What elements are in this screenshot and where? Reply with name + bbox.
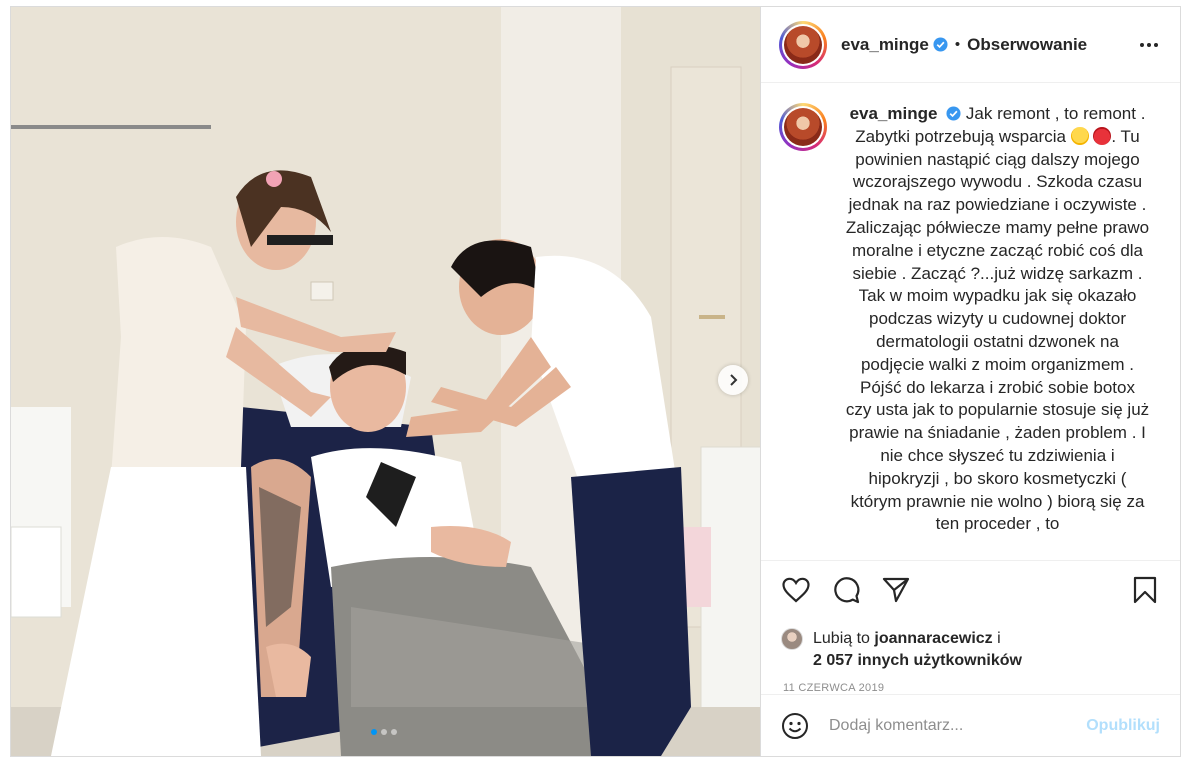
liker-username[interactable]: joannaracewicz	[874, 630, 992, 647]
author-username[interactable]: eva_minge	[841, 35, 929, 55]
following-button[interactable]: Obserwowanie	[967, 35, 1087, 55]
caption-text-part2: . Tu powinien nastąpić ciąg dalszy mojeg…	[845, 126, 1150, 534]
comment-button[interactable]	[831, 575, 861, 605]
carousel-dot	[371, 729, 377, 735]
post-actions	[761, 560, 1180, 618]
post-header: eva_minge • Obserwowanie	[761, 7, 1180, 83]
likes-text: Lubią to joannaracewicz i 2 057 innych u…	[813, 628, 1022, 672]
laughing-emoji-icon	[1070, 126, 1089, 145]
verified-badge-icon	[933, 37, 948, 52]
liker-avatar[interactable]	[781, 628, 803, 650]
caption-author-avatar[interactable]	[779, 103, 827, 151]
likes-prefix: Lubią to	[813, 630, 870, 647]
comment-bar: Opublikuj	[761, 694, 1180, 756]
heart-icon	[782, 577, 810, 602]
caption-username[interactable]: eva_minge	[850, 104, 938, 123]
author-avatar[interactable]	[779, 20, 827, 69]
post-date[interactable]: 11 CZERWCA 2019	[761, 672, 1180, 694]
share-button[interactable]	[881, 575, 911, 605]
carousel-indicator	[371, 729, 397, 735]
likes-conjunction: i	[997, 630, 1001, 647]
carousel-dot	[381, 729, 387, 735]
emoji-picker-icon[interactable]	[781, 712, 809, 740]
likes-summary: Lubią to joannaracewicz i 2 057 innych u…	[761, 618, 1180, 672]
post-dialog: eva_minge • Obserwowanie eva_minge Jak r…	[10, 6, 1181, 757]
caption-section: eva_minge Jak remont , to remont . Zabyt…	[761, 83, 1180, 560]
save-button[interactable]	[1130, 575, 1160, 605]
header-separator: •	[954, 36, 961, 53]
comment-input[interactable]	[829, 716, 1087, 735]
chevron-right-icon	[730, 374, 738, 386]
verified-badge-icon	[946, 106, 961, 121]
bookmark-icon	[1133, 576, 1157, 603]
post-sidebar: eva_minge • Obserwowanie eva_minge Jak r…	[761, 7, 1180, 756]
send-icon	[882, 577, 910, 602]
carousel-dot	[391, 729, 397, 735]
more-options-icon[interactable]	[1134, 37, 1164, 53]
post-photo	[11, 7, 760, 756]
post-media[interactable]	[11, 7, 761, 756]
publish-button[interactable]: Opublikuj	[1086, 717, 1160, 735]
comment-icon	[834, 576, 860, 603]
like-button[interactable]	[781, 575, 811, 605]
devil-emoji-icon	[1093, 126, 1112, 145]
carousel-next-button[interactable]	[718, 365, 748, 395]
likes-others-link[interactable]: 2 057 innych użytkowników	[813, 652, 1022, 669]
post-caption: eva_minge Jak remont , to remont . Zabyt…	[845, 103, 1150, 560]
